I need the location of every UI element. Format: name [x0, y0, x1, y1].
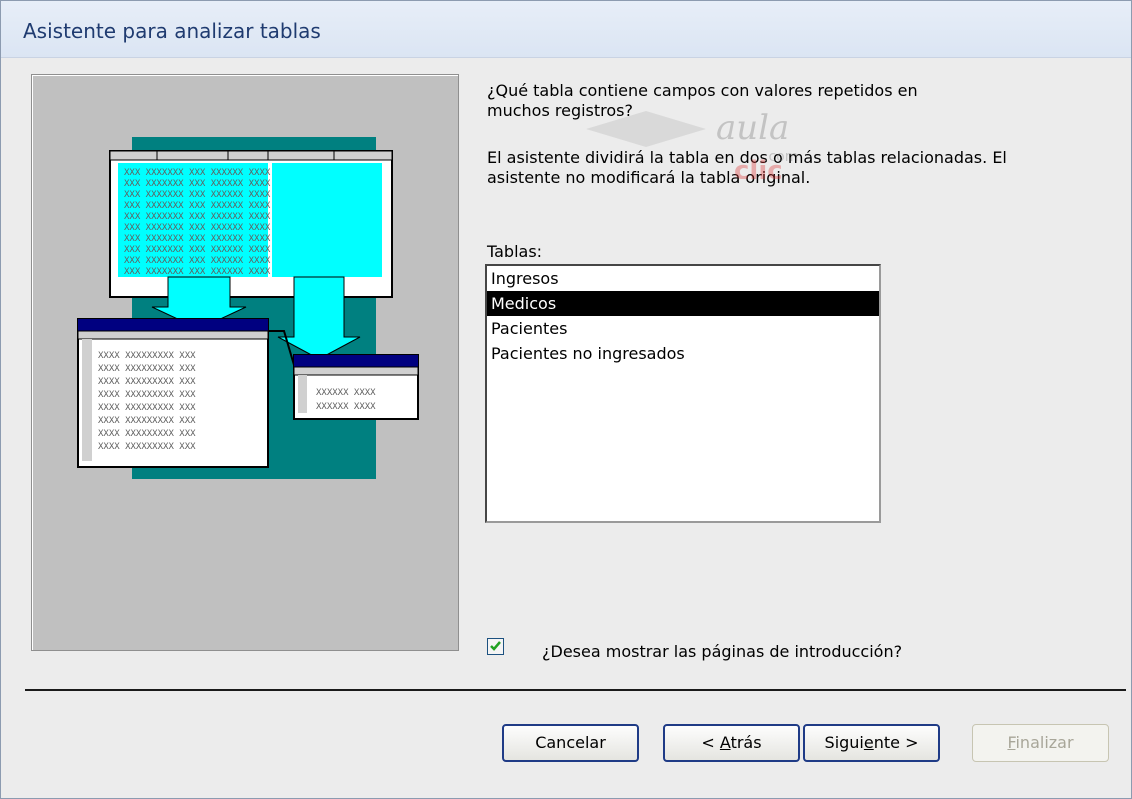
svg-text:XXXX XXXXXXXXX XXX: XXXX XXXXXXXXX XXX [98, 429, 196, 439]
back-button-mnemonic: A [719, 733, 731, 752]
svg-text:XXX XXXXXXX XXX XXXXXX X: XXX XXXXXXX XXX XXXXXX XXXX [124, 245, 271, 255]
button-divider [25, 689, 1126, 691]
title-bar[interactable]: Asistente para analizar tablas [1, 1, 1131, 58]
svg-text:XXX XXXXXXX XXX XXXXXX X: XXX XXXXXXX XXX XXXXXX XXXX [124, 267, 271, 277]
aulaclic-watermark: aula .com clic [586, 99, 816, 186]
show-intro-label[interactable]: ¿Desea mostrar las páginas de introducci… [542, 642, 902, 662]
back-button-prefix: < [701, 733, 720, 752]
wizard-illustration: XXX XXXXXXX XXX XXXXXX XXXX XXX XXXXXXX … [31, 74, 459, 651]
watermark-aula: aula [716, 108, 789, 148]
next-button[interactable]: Siguiente > [803, 724, 940, 762]
show-intro-checkbox[interactable] [487, 638, 504, 655]
table-item-medicos[interactable]: Medicos [487, 291, 879, 316]
svg-text:XXXX XXXXXXXXX XXX: XXXX XXXXXXXXX XXX [98, 442, 196, 452]
table-item-pacientes-no-ingresados[interactable]: Pacientes no ingresados [487, 341, 879, 366]
svg-text:XXX XXXXXXX XXX XXXXXX X: XXX XXXXXXX XXX XXXXXX XXXX [124, 256, 271, 266]
svg-text:XXX XXXXXXX XXX XXXXXX X: XXX XXXXXXX XXX XXXXXX XXXX [124, 168, 271, 178]
tables-listbox[interactable]: Ingresos Medicos Pacientes Pacientes no … [485, 264, 881, 523]
svg-text:XXX XXXXXXX XXX XXXXXX X: XXX XXXXXXX XXX XXXXXX XXXX [124, 179, 271, 189]
svg-text:XXXXXX XXXX: XXXXXX XXXX [316, 388, 376, 398]
svg-text:XXX XXXXXXX XXX XXXXXX X: XXX XXXXXXX XXX XXXXXX XXXX [124, 212, 271, 222]
result-table-2-graphic: XXXXXX XXXX XXXXXX XXXX [293, 354, 419, 420]
finish-button[interactable]: Finalizar [972, 724, 1109, 762]
svg-text:XXXX XXXXXXXXX XXX: XXXX XXXXXXXXX XXX [98, 377, 196, 387]
svg-text:XXX XXXXXXX XXX XXXXXX X: XXX XXXXXXX XXX XXXXXX XXXX [124, 201, 271, 211]
checkmark-icon [490, 641, 501, 651]
back-button-rest: trás [730, 733, 762, 752]
cancel-button-label: Cancelar [535, 733, 606, 752]
next-button-rest: nte > [873, 733, 919, 752]
tables-label: Tablas: [487, 242, 543, 261]
svg-text:XXX XXXXXXX XXX XXXXXX X: XXX XXXXXXX XXX XXXXXX XXXX [124, 190, 271, 200]
wizard-window: Asistente para analizar tablas XXX XXXXX… [0, 0, 1132, 799]
window-title: Asistente para analizar tablas [23, 19, 321, 43]
table-item-ingresos[interactable]: Ingresos [487, 266, 879, 291]
next-button-mnemonic: e [863, 733, 874, 752]
watermark-clic: clic [734, 156, 783, 179]
svg-text:XXXX XXXXXXXXX XXX: XXXX XXXXXXXXX XXX [98, 390, 196, 400]
svg-text:XXXX XXXXXXXXX XXX: XXXX XXXXXXXXX XXX [98, 403, 196, 413]
svg-text:XXX XXXXXXX XXX XXXXXX X: XXX XXXXXXX XXX XXXXXX XXXX [124, 223, 271, 233]
svg-text:XXXXXX XXXX: XXXXXX XXXX [316, 402, 376, 412]
svg-text:XXXX XXXXXXXXX XXX: XXXX XXXXXXXXX XXX [98, 351, 196, 361]
svg-text:XXXX XXXXXXXXX XXX: XXXX XXXXXXXXX XXX [98, 364, 196, 374]
table-item-pacientes[interactable]: Pacientes [487, 316, 879, 341]
back-button[interactable]: < Atrás [663, 724, 800, 762]
cancel-button[interactable]: Cancelar [502, 724, 639, 762]
svg-text:XXXX XXXXXXXXX XXX: XXXX XXXXXXXXX XXX [98, 416, 196, 426]
next-button-prefix: Sigui [824, 733, 864, 752]
svg-text:XXX XXXXXXX XXX XXXXXX X: XXX XXXXXXX XXX XXXXXX XXXX [124, 234, 271, 244]
result-table-1-graphic: XXXX XXXXXXXXX XXX XXXX XXXXXXXXX XXX XX… [77, 318, 269, 468]
finish-button-rest: inalizar [1015, 733, 1074, 752]
